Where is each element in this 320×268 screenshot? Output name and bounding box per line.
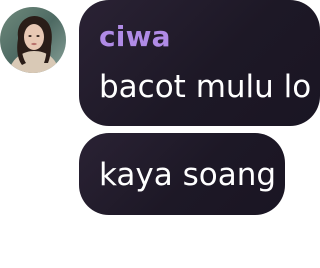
message-bubble[interactable]: kaya soang [79,133,285,215]
sender-name[interactable]: ciwa [99,18,320,56]
message-text: bacot mulu lo [99,69,312,105]
avatar[interactable] [0,7,66,73]
message-text: kaya soang [99,157,277,193]
avatar-photo-icon [0,7,66,73]
message-bubble[interactable]: ciwa bacot mulu lo [79,0,320,126]
